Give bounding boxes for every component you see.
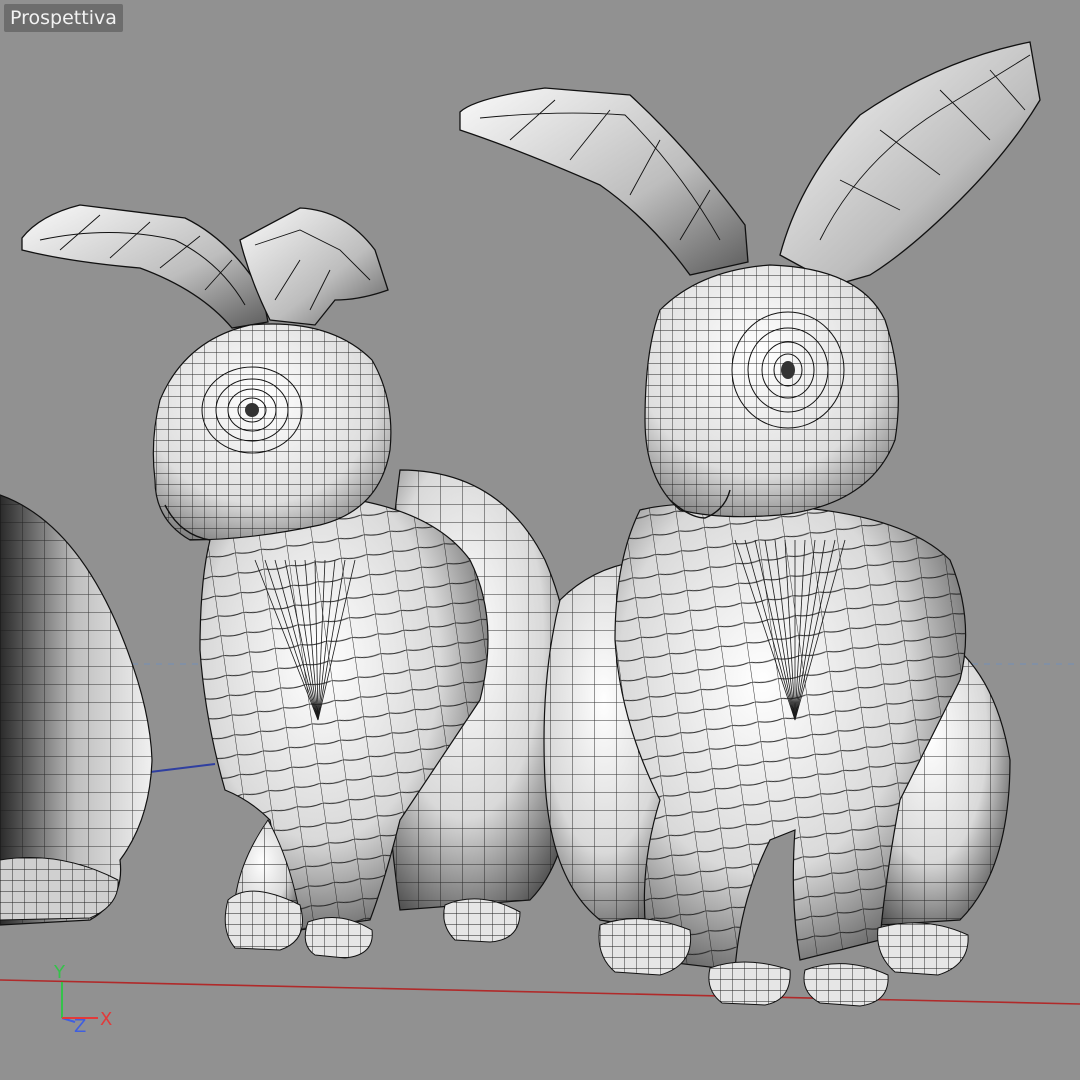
3d-viewport[interactable]: Y Z X Prospettiva xyxy=(0,0,1080,1080)
viewport-canvas[interactable]: Y Z X xyxy=(0,0,1080,1080)
rabbit-middle-eye xyxy=(245,403,259,417)
z-axis-label: Z xyxy=(74,1016,86,1037)
ground-x-axis xyxy=(0,979,1080,1005)
viewport-label[interactable]: Prospettiva xyxy=(4,4,123,32)
axis-gizmo: Y Z X xyxy=(53,962,112,1037)
ground-z-axis xyxy=(149,763,216,773)
x-axis-label: X xyxy=(100,1009,112,1030)
y-axis-label: Y xyxy=(53,962,66,983)
rabbit-left-partial[interactable] xyxy=(0,494,153,926)
rabbit-right-eye xyxy=(781,361,795,379)
